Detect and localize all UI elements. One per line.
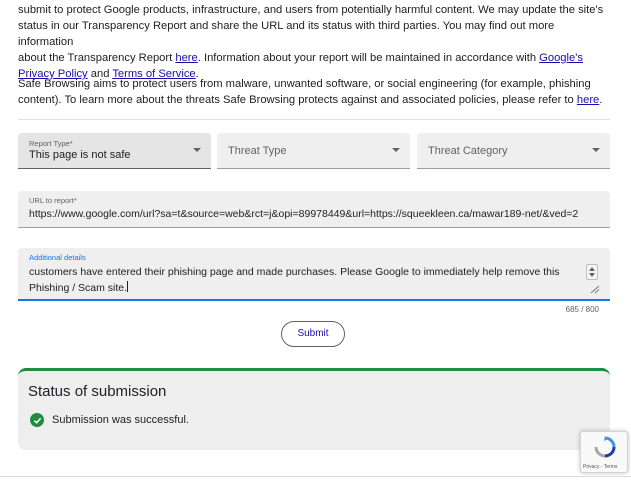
threat-category-select[interactable]: Threat Category [417, 133, 610, 169]
recaptcha-links[interactable]: Privacy - Terms [583, 464, 617, 470]
recaptcha-icon [594, 436, 616, 458]
status-title: Status of submission [28, 383, 167, 400]
details-field-label: Additional details [29, 253, 86, 262]
transparency-paragraph: submit to protect Google products, infra… [18, 4, 604, 80]
details-textarea[interactable]: customers have entered their phishing pa… [29, 264, 579, 296]
url-field-value[interactable]: https://www.google.com/url?sa=t&source=w… [29, 208, 601, 220]
dropdown-arrow-icon [592, 148, 600, 152]
text-cursor [127, 281, 129, 292]
status-card: Status of submission Submission was succ… [18, 368, 610, 450]
safe-browsing-paragraph: Safe Browsing aims to protect users from… [18, 78, 603, 106]
check-circle-icon [30, 413, 44, 427]
report-type-label: Report Type* [29, 139, 73, 148]
threat-type-select[interactable]: Threat Type [217, 133, 410, 169]
report-type-value: This page is not safe [29, 149, 131, 161]
section-divider [18, 119, 610, 120]
submit-button[interactable]: Submit [281, 321, 345, 347]
dropdown-arrow-icon [193, 148, 201, 152]
bottom-divider [0, 476, 631, 477]
status-message: Submission was successful. [52, 414, 189, 426]
threat-category-placeholder: Threat Category [428, 145, 508, 157]
report-type-select[interactable]: Report Type* This page is not safe [18, 133, 211, 169]
status-row: Submission was successful. [30, 413, 189, 427]
threat-type-placeholder: Threat Type [228, 145, 287, 157]
resize-handle-icon[interactable] [588, 285, 600, 294]
dropdown-arrow-icon [392, 148, 400, 152]
additional-details-field[interactable]: Additional details customers have entere… [18, 248, 610, 301]
url-field-label: URL to report* [29, 196, 77, 205]
transparency-report-link[interactable]: here [175, 52, 197, 64]
threats-policy-link[interactable]: here [577, 94, 599, 106]
character-counter: 685 / 800 [565, 305, 599, 314]
recaptcha-badge[interactable]: Privacy - Terms [580, 431, 628, 473]
url-to-report-field[interactable]: URL to report* https://www.google.com/ur… [18, 191, 610, 228]
textarea-scroll-icon[interactable] [586, 264, 598, 280]
